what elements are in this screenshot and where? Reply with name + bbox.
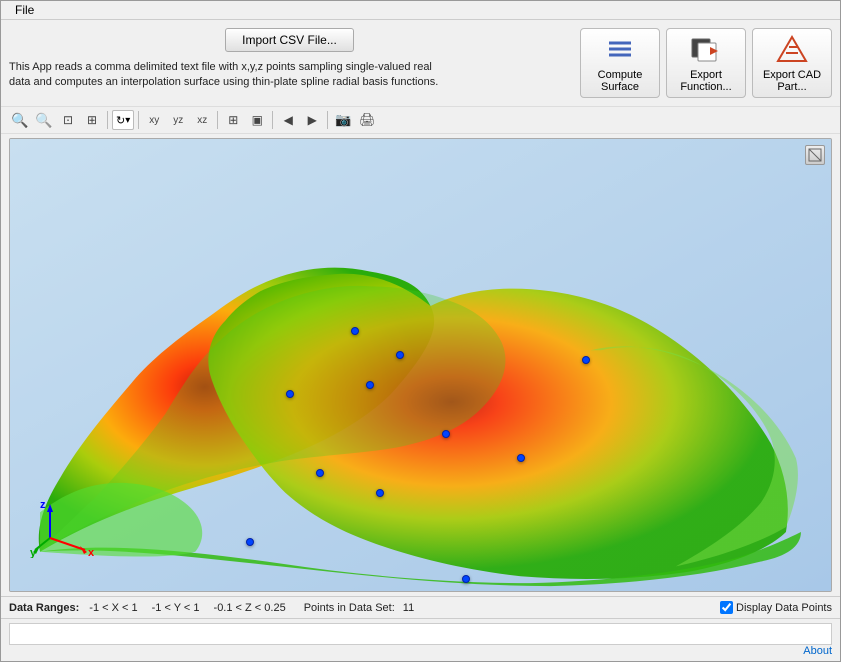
colormap-icon: ▣ xyxy=(252,113,263,127)
prev-button[interactable]: ◀ xyxy=(277,109,299,131)
view-xy-label: xy xyxy=(149,115,159,126)
display-points-checkbox[interactable] xyxy=(720,601,733,614)
top-area: Import CSV File... This App reads a comm… xyxy=(1,20,840,106)
export-function-icon xyxy=(690,33,722,65)
next-button[interactable]: ▶ xyxy=(301,109,323,131)
status-bar: Data Ranges: -1 < X < 1 -1 < Y < 1 -0.1 … xyxy=(1,596,840,618)
y-range-value: -1 < Y < 1 xyxy=(152,602,200,614)
export-cad-button[interactable]: Export CADPart... xyxy=(752,28,832,98)
svg-text:z: z xyxy=(40,499,46,511)
prev-icon: ◀ xyxy=(284,113,293,127)
view-xz-label: xz xyxy=(197,115,207,126)
expand-icon[interactable] xyxy=(805,145,825,165)
description-text: This App reads a comma delimited text fi… xyxy=(9,60,449,91)
zoom-in-button[interactable]: 🔍 xyxy=(9,109,31,131)
view-yz-label: yz xyxy=(173,115,183,126)
colormap-button[interactable]: ▣ xyxy=(246,109,268,131)
points-label: Points in Data Set: xyxy=(304,602,395,614)
zoom-out-button[interactable]: 🔍 xyxy=(33,109,55,131)
about-link[interactable]: About xyxy=(803,645,832,657)
separator-1 xyxy=(107,111,108,129)
left-panel: Import CSV File... This App reads a comm… xyxy=(9,28,570,91)
grid-icon: ⊞ xyxy=(228,113,238,127)
status-input[interactable] xyxy=(9,623,832,645)
grid-button[interactable]: ⊞ xyxy=(222,109,244,131)
compute-surface-button[interactable]: ComputeSurface xyxy=(580,28,660,98)
export-cad-icon xyxy=(776,33,808,65)
export-function-button[interactable]: ExportFunction... xyxy=(666,28,746,98)
compute-surface-icon xyxy=(604,33,636,65)
view-yz-button[interactable]: yz xyxy=(167,109,189,131)
zoom-box-icon: ⊞ xyxy=(87,113,97,127)
x-range-value: -1 < X < 1 xyxy=(89,602,137,614)
next-icon: ▶ xyxy=(308,113,317,127)
export-cad-label: Export CADPart... xyxy=(763,69,821,93)
separator-4 xyxy=(272,111,273,129)
rotate-label: ▾ xyxy=(125,115,130,126)
zoom-in-icon: 🔍 xyxy=(11,112,28,129)
display-points-area: Display Data Points xyxy=(720,601,832,614)
print-button[interactable]: 🖨 xyxy=(356,109,378,131)
compute-surface-label: ComputeSurface xyxy=(598,69,643,93)
menu-file[interactable]: File xyxy=(9,1,40,19)
z-range-value: -0.1 < Z < 0.25 xyxy=(214,602,286,614)
separator-3 xyxy=(217,111,218,129)
plot-area[interactable]: z y x xyxy=(9,138,832,592)
import-btn-row: Import CSV File... xyxy=(9,28,570,52)
zoom-out-icon: 🔍 xyxy=(35,112,52,129)
menu-bar: File xyxy=(1,1,840,20)
zoom-box-button[interactable]: ⊞ xyxy=(81,109,103,131)
export-function-label: ExportFunction... xyxy=(680,69,731,93)
bottom-bar: About xyxy=(1,618,840,661)
separator-2 xyxy=(138,111,139,129)
rotate-dropdown[interactable]: ↻ ▾ xyxy=(112,110,134,130)
camera-button[interactable]: 📷 xyxy=(332,109,354,131)
import-csv-button[interactable]: Import CSV File... xyxy=(225,28,354,52)
view-xy-button[interactable]: xy xyxy=(143,109,165,131)
separator-5 xyxy=(327,111,328,129)
zoom-fit-icon: ⊡ xyxy=(63,113,73,127)
print-icon: 🖨 xyxy=(359,112,376,128)
right-buttons: ComputeSurface ExportFunction... xyxy=(580,28,832,98)
rotate-icon: ↻ xyxy=(116,114,125,127)
svg-text:y: y xyxy=(30,547,37,558)
data-ranges-label: Data Ranges: xyxy=(9,602,79,614)
toolbar: 🔍 🔍 ⊡ ⊞ ↻ ▾ xy yz xz ⊞ ▣ xyxy=(1,106,840,134)
display-points-label: Display Data Points xyxy=(736,602,832,614)
surface-svg xyxy=(10,139,831,591)
axes-label: z y x xyxy=(30,498,100,561)
view-xz-button[interactable]: xz xyxy=(191,109,213,131)
svg-text:x: x xyxy=(88,547,95,558)
camera-icon: 📷 xyxy=(335,112,351,128)
main-window: File Import CSV File... This App reads a… xyxy=(0,0,841,662)
zoom-fit-button[interactable]: ⊡ xyxy=(57,109,79,131)
points-value: 11 xyxy=(403,602,414,614)
